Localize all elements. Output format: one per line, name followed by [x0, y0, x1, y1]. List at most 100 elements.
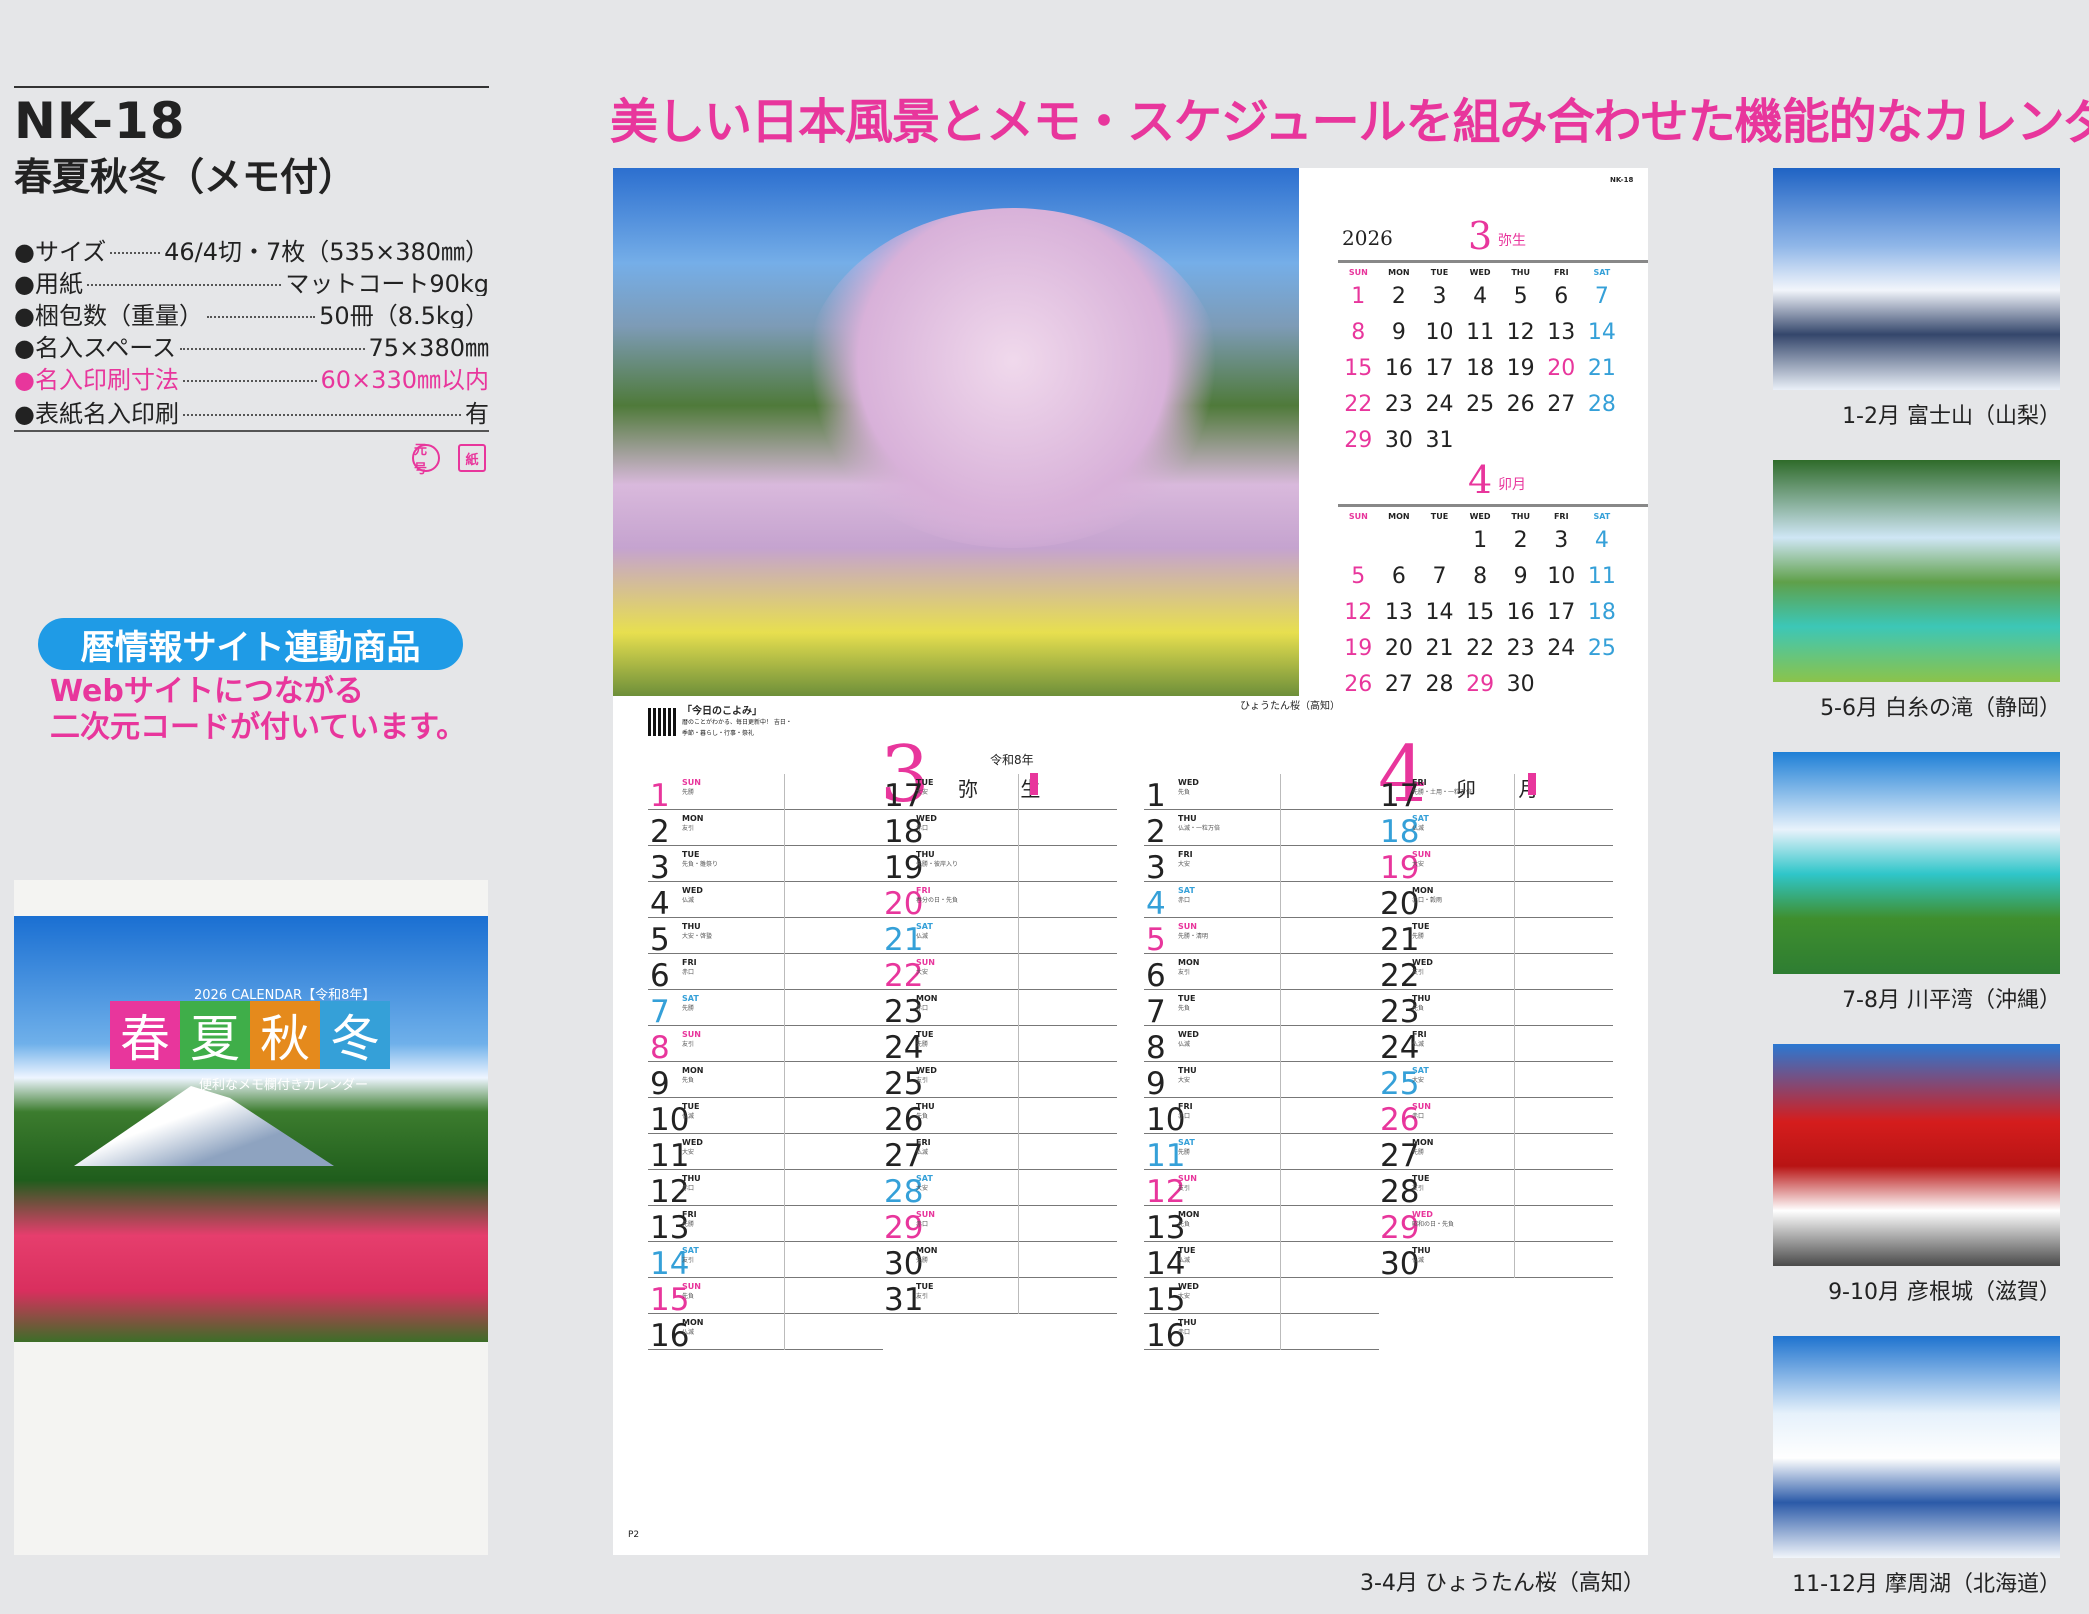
rokuyo-note: 仏滅・一粒万倍 — [1178, 825, 1221, 832]
spec-value: 60×330㎜以内 — [320, 366, 489, 392]
mini-rule — [1338, 260, 1648, 263]
day-number: 2 — [650, 814, 670, 850]
day-row: 14 SAT 友引 — [648, 1242, 883, 1281]
spec-row: ●名入印刷寸法 60×330㎜以内 — [14, 360, 489, 392]
mini-day: 17 — [1547, 600, 1576, 625]
mini-month-name: 卯月 — [1498, 477, 1526, 493]
day-row: 22 SUN 大安 — [882, 954, 1117, 993]
mini-day: 23 — [1384, 392, 1413, 417]
mini-day: 12 — [1344, 600, 1373, 625]
mini-day: 6 — [1554, 284, 1569, 309]
spec-row: ●梱包数（重量） 50冊（8.5kg） — [14, 296, 489, 328]
memo-divider — [1018, 774, 1019, 810]
weekday-name: TUE — [1412, 922, 1430, 931]
cover-title-char: 冬 — [320, 1001, 390, 1069]
weekday-name: TUE — [1178, 994, 1196, 1003]
day-row: 26 THU 先負 — [882, 1098, 1117, 1137]
cover-preview: 2026 CALENDAR【令和8年】 春 夏 秋 冬 便利なメモ欄付きカレンダ… — [14, 880, 488, 1555]
mini-day: 29 — [1466, 672, 1495, 697]
weekday-name: MON — [1412, 886, 1434, 895]
rokuyo-note: 赤口 — [682, 1185, 695, 1192]
memo-divider — [784, 774, 785, 810]
mini-day: 25 — [1466, 392, 1495, 417]
rokuyo-note: 先勝 — [1412, 933, 1425, 940]
mini-day: 10 — [1425, 320, 1454, 345]
day-row: 4 SAT 赤口 — [1144, 882, 1379, 922]
spec-rule — [14, 430, 489, 432]
day-column: 1 SUN 先勝 2 MON 友引 3 TUE 先負・雛祭り 4 WED 仏滅 5 THU 大安・啓蟄 6 FR… — [648, 774, 883, 1353]
day-number: 9 — [650, 1066, 670, 1102]
rokuyo-note: 仏滅 — [1412, 1041, 1425, 1048]
weekday-name: FRI — [1412, 778, 1427, 787]
page-number: P2 — [628, 1530, 640, 1540]
day-number: 4 — [1146, 886, 1166, 922]
day-row: 19 SUN 大安 — [1378, 846, 1613, 885]
sheet-caption: 3-4月 ひょうたん桜（高知） — [1360, 1571, 1645, 1596]
weekday-name: TUE — [682, 850, 700, 859]
weekday-name: SUN — [1412, 850, 1431, 859]
memo-divider — [1280, 882, 1281, 918]
spec-label: ●梱包数（重量） — [14, 302, 203, 328]
memo-divider — [1280, 846, 1281, 882]
weekday-name: MON — [1412, 1138, 1434, 1147]
cover-title: 春 夏 秋 冬 — [110, 1001, 390, 1069]
memo-divider — [1514, 1062, 1515, 1098]
day-number: 7 — [1146, 994, 1166, 1030]
day-number: 3 — [1146, 850, 1166, 886]
mini-day: 25 — [1587, 636, 1616, 661]
memo-divider — [1280, 990, 1281, 1026]
memo-divider — [1280, 1206, 1281, 1242]
era-badge: 元号 — [412, 443, 440, 477]
mini-day: 22 — [1466, 636, 1495, 661]
memo-divider — [1514, 1170, 1515, 1206]
day-row: 27 FRI 仏滅 — [882, 1134, 1117, 1173]
day-number: 9 — [1146, 1066, 1166, 1102]
day-row: 13 MON 先負 — [1144, 1206, 1379, 1245]
day-row: 29 SUN 赤口 — [882, 1206, 1117, 1245]
product-code: NK-18 — [14, 92, 186, 150]
day-number: 3 — [650, 850, 670, 886]
weekday-name: TUE — [1178, 1246, 1196, 1255]
mini-day: 23 — [1506, 636, 1535, 661]
memo-divider — [784, 1134, 785, 1170]
mountain-shape — [74, 1086, 334, 1166]
day-row: 6 MON 友引 — [1144, 954, 1379, 993]
memo-divider — [784, 1062, 785, 1098]
sheet-code: NK-18 — [1610, 176, 1634, 184]
weekday-name: TUE — [682, 1102, 700, 1111]
rokuyo-note: 大安 — [1412, 861, 1425, 868]
day-number: 4 — [650, 886, 670, 922]
mini-day: 26 — [1506, 392, 1535, 417]
mini-rule — [1338, 504, 1648, 507]
memo-divider — [784, 954, 785, 990]
koyomi-text: 暦のことがわかる、毎日更新中！ 吉日・季節・暮らし・行事・祭礼 — [682, 719, 792, 737]
day-row: 28 TUE 友引 — [1378, 1170, 1613, 1209]
spec-row: ●用紙 マットコート90kg — [14, 264, 489, 296]
rokuyo-note: 仏滅 — [1412, 825, 1425, 832]
memo-divider — [1018, 1170, 1019, 1206]
weekday-name: SAT — [1178, 1138, 1195, 1147]
weekday-label: SAT — [1593, 268, 1611, 277]
day-row: 29 WED 昭和の日・先負 — [1378, 1206, 1613, 1245]
day-number: 2 — [1146, 814, 1166, 850]
rokuyo-note: 先負・雛祭り — [682, 861, 719, 868]
weekday-name: THU — [1178, 814, 1197, 823]
memo-divider — [1280, 1134, 1281, 1170]
memo-divider — [1280, 1278, 1281, 1314]
memo-divider — [1280, 1026, 1281, 1062]
rokuyo-note: 友引 — [682, 1041, 695, 1048]
mini-day: 8 — [1351, 320, 1366, 345]
mini-grid: SUN MON TUE WED THU FRI SAT 1 2 3 4 5 6 7 8 9 10 11 12 13 14… — [1338, 512, 1622, 708]
weekday-label: THU — [1511, 512, 1530, 521]
day-row: 18 WED 赤口 — [882, 810, 1117, 849]
weekday-name: WED — [682, 886, 703, 895]
memo-divider — [1514, 954, 1515, 990]
mini-month-number: 4 — [1468, 458, 1493, 502]
rokuyo-note: 赤口 — [916, 1005, 929, 1012]
thumbnail-caption: 7-8月 川平湾（沖縄） — [1842, 988, 2061, 1013]
weekday-label: FRI — [1553, 512, 1569, 521]
rokuyo-note: 大安 — [1178, 861, 1191, 868]
cover-title-char: 秋 — [250, 1001, 320, 1069]
weekday-name: MON — [916, 1246, 938, 1255]
day-row: 30 THU 仏滅 — [1378, 1242, 1613, 1281]
